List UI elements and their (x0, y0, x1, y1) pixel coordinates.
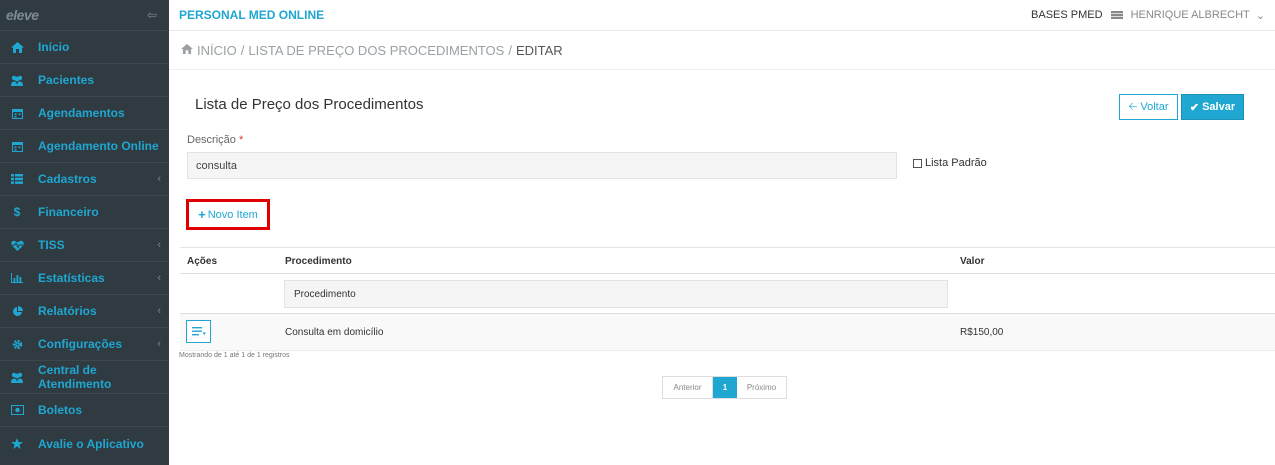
menu-collapse-icon[interactable]: ⇦ (147, 8, 157, 22)
sidebar-item-central-atendimento[interactable]: Central de Atendimento (0, 361, 169, 394)
sidebar-item-label: TISS (38, 238, 65, 252)
sidebar-item-label: Cadastros (38, 172, 97, 186)
heartbeat-icon (10, 239, 24, 251)
records-info: Mostrando de 1 até 1 de 1 registros (179, 352, 290, 359)
breadcrumb: INÍCIO / LISTA DE PREÇO DOS PROCEDIMENTO… (169, 31, 1275, 70)
database-icon (1110, 11, 1123, 19)
new-item-button[interactable]: + Novo Item (198, 207, 258, 222)
gear-icon (10, 338, 24, 350)
sidebar-header: eleve ⇦ (0, 0, 169, 31)
sidebar-item-estatisticas[interactable]: Estatísticas ‹ (0, 262, 169, 295)
sidebar-item-label: Agendamentos (38, 106, 125, 120)
sidebar-item-label: Agendamento Online (38, 139, 159, 153)
save-button-label: Salvar (1202, 101, 1236, 113)
save-button[interactable]: ✔ Salvar (1181, 94, 1244, 120)
sidebar-item-boletos[interactable]: Boletos (0, 394, 169, 427)
chevron-left-icon: ‹ (157, 305, 161, 317)
column-header-value[interactable]: Valor (960, 256, 984, 267)
chevron-down-icon[interactable]: ⌄ (1256, 9, 1265, 22)
user-menu[interactable]: HENRIQUE ALBRECHT (1131, 9, 1250, 21)
sidebar-item-configuracoes[interactable]: Configurações ‹ (0, 328, 169, 361)
sidebar: eleve ⇦ Início Pacientes Agendamentos Ag… (0, 0, 169, 465)
back-button-label: Voltar (1140, 101, 1169, 113)
sidebar-item-avalie[interactable]: Avalie o Aplicativo (0, 427, 169, 460)
bar-chart-icon (10, 272, 24, 284)
dollar-icon: $ (13, 205, 21, 219)
row-actions-button[interactable] (186, 320, 211, 343)
sidebar-item-inicio[interactable]: Início (0, 31, 169, 64)
sidebar-item-label: Relatórios (38, 304, 97, 318)
sidebar-item-label: Financeiro (38, 205, 99, 219)
required-mark: * (238, 134, 244, 146)
chevron-left-icon: ‹ (157, 173, 161, 185)
sidebar-item-label: Configurações (38, 337, 123, 351)
page-title: Lista de Preço dos Procedimentos (195, 96, 424, 113)
column-header-actions[interactable]: Ações (187, 256, 217, 267)
breadcrumb-separator: / (240, 42, 245, 58)
main-content: Lista de Preço dos Procedimentos 🡠 Volta… (169, 70, 1275, 465)
sidebar-item-label: Início (38, 40, 70, 54)
list-icon (10, 173, 24, 185)
chevron-left-icon: ‹ (157, 272, 161, 284)
chevron-left-icon: ‹ (157, 239, 161, 251)
pagination: Anterior 1 Próximo (662, 376, 787, 399)
breadcrumb-separator: / (508, 42, 512, 58)
arrow-left-icon: 🡠 (1128, 100, 1138, 113)
breadcrumb-home[interactable]: INÍCIO (197, 43, 237, 58)
procedure-filter-input[interactable]: Procedimento (284, 280, 948, 308)
star-icon (10, 438, 24, 450)
checkbox-icon[interactable] (913, 158, 922, 168)
description-input[interactable] (187, 152, 897, 179)
home-icon (10, 41, 24, 53)
sidebar-item-label: Boletos (38, 403, 83, 417)
home-icon (181, 43, 193, 57)
default-list-checkbox[interactable]: Lista Padrão (913, 157, 987, 169)
sidebar-item-label: Estatísticas (38, 271, 105, 285)
sidebar-item-label: Central de Atendimento (38, 363, 112, 391)
sidebar-item-pacientes[interactable]: Pacientes (0, 64, 169, 97)
top-bar: PERSONAL MED ONLINE BASES PMED HENRIQUE … (169, 0, 1275, 31)
table-row: Consulta em domicílio R$150,00 (180, 314, 1275, 351)
plus-icon: + (198, 207, 206, 222)
top-right-menu: BASES PMED HENRIQUE ALBRECHT ⌄ (1031, 9, 1265, 22)
sidebar-item-tiss[interactable]: TISS ‹ (0, 229, 169, 262)
highlight-box: + Novo Item (186, 199, 270, 230)
breadcrumb-current: EDITAR (515, 42, 563, 58)
calendar-icon (10, 140, 24, 152)
sidebar-item-financeiro[interactable]: $ Financeiro (0, 196, 169, 229)
bases-selector[interactable]: BASES PMED (1031, 9, 1103, 21)
pagination-next[interactable]: Próximo (737, 377, 786, 398)
back-button[interactable]: 🡠 Voltar (1119, 94, 1178, 120)
logo: eleve (6, 7, 39, 23)
description-label: Descrição * (187, 134, 244, 146)
sidebar-item-agendamento-online[interactable]: Agendamento Online (0, 130, 169, 163)
row-procedure: Consulta em domicílio (285, 327, 384, 338)
users-icon (10, 371, 24, 383)
chevron-left-icon: ‹ (157, 338, 161, 350)
users-icon (10, 74, 24, 86)
pagination-page-1[interactable]: 1 (713, 377, 737, 398)
app-title[interactable]: PERSONAL MED ONLINE (179, 8, 324, 22)
default-list-label: Lista Padrão (925, 157, 987, 169)
check-icon: ✔ (1189, 101, 1200, 114)
row-value: R$150,00 (960, 327, 1004, 338)
pie-chart-icon (10, 305, 24, 317)
table-header: Ações Procedimento Valor (180, 247, 1275, 274)
barcode-icon (10, 404, 24, 416)
sidebar-item-label: Pacientes (38, 73, 95, 87)
sidebar-item-agendamentos[interactable]: Agendamentos (0, 97, 169, 130)
sidebar-item-label: Avalie o Aplicativo (38, 436, 144, 451)
procedures-table: Ações Procedimento Valor Procedimento Co… (180, 247, 1275, 351)
calendar-icon (10, 107, 24, 119)
breadcrumb-list[interactable]: LISTA DE PREÇO DOS PROCEDIMENTOS (248, 43, 504, 58)
new-item-label: Novo Item (207, 208, 258, 221)
column-header-procedure[interactable]: Procedimento (285, 256, 352, 267)
menu-dropdown-icon (191, 327, 206, 336)
table-filter-row: Procedimento (180, 274, 1275, 314)
sidebar-item-relatorios[interactable]: Relatórios ‹ (0, 295, 169, 328)
pagination-prev[interactable]: Anterior (663, 377, 713, 398)
sidebar-item-cadastros[interactable]: Cadastros ‹ (0, 163, 169, 196)
